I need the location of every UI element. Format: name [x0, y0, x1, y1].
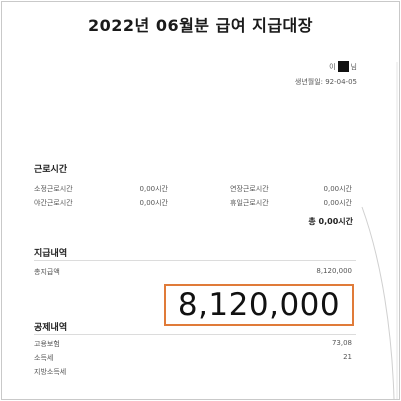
- deduction-value: 73,08: [331, 339, 352, 347]
- employee-name-suffix: 님: [350, 62, 357, 71]
- section-work-hours-title: 근로시간: [34, 165, 68, 175]
- section-payment-title: 지급내역: [34, 249, 68, 259]
- deduction-label: 소득세: [34, 354, 54, 362]
- work-hours-value: 0,00시간: [323, 199, 352, 207]
- employee-name: 이 님: [329, 61, 357, 72]
- employee-name-prefix: 이: [329, 62, 336, 71]
- work-hours-total: 총 0,00시간: [308, 217, 353, 226]
- deduction-label: 지방소득세: [34, 368, 67, 376]
- payment-label: 총지급액: [34, 268, 60, 276]
- work-hours-value: 0,00시간: [139, 185, 168, 193]
- work-hours-label: 야간근로시간: [34, 199, 73, 207]
- payroll-document: 2022년 06월분 급여 지급대장 이 님 생년월일: 92-04-05 근로…: [1, 1, 400, 400]
- payment-value: 8,120,000: [316, 267, 352, 275]
- work-hours-label: 휴일근로시간: [230, 199, 269, 207]
- deduction-label: 고용보험: [34, 340, 60, 348]
- highlighted-amount: 8,120,000: [164, 284, 354, 326]
- work-hours-value: 0,00시간: [139, 199, 168, 207]
- work-hours-value: 0,00시간: [323, 185, 352, 193]
- redaction-box: [337, 61, 349, 72]
- document-title: 2022년 06월분 급여 지급대장: [88, 16, 313, 35]
- deduction-value: 21: [343, 353, 352, 361]
- divider: [34, 334, 356, 335]
- work-hours-label: 소정근로시간: [34, 185, 73, 193]
- work-hours-label: 연장근로시간: [230, 185, 269, 193]
- birth-date: 생년월일: 92-04-05: [294, 78, 357, 86]
- section-deductions-title: 공제내역: [34, 323, 68, 333]
- divider: [34, 260, 356, 261]
